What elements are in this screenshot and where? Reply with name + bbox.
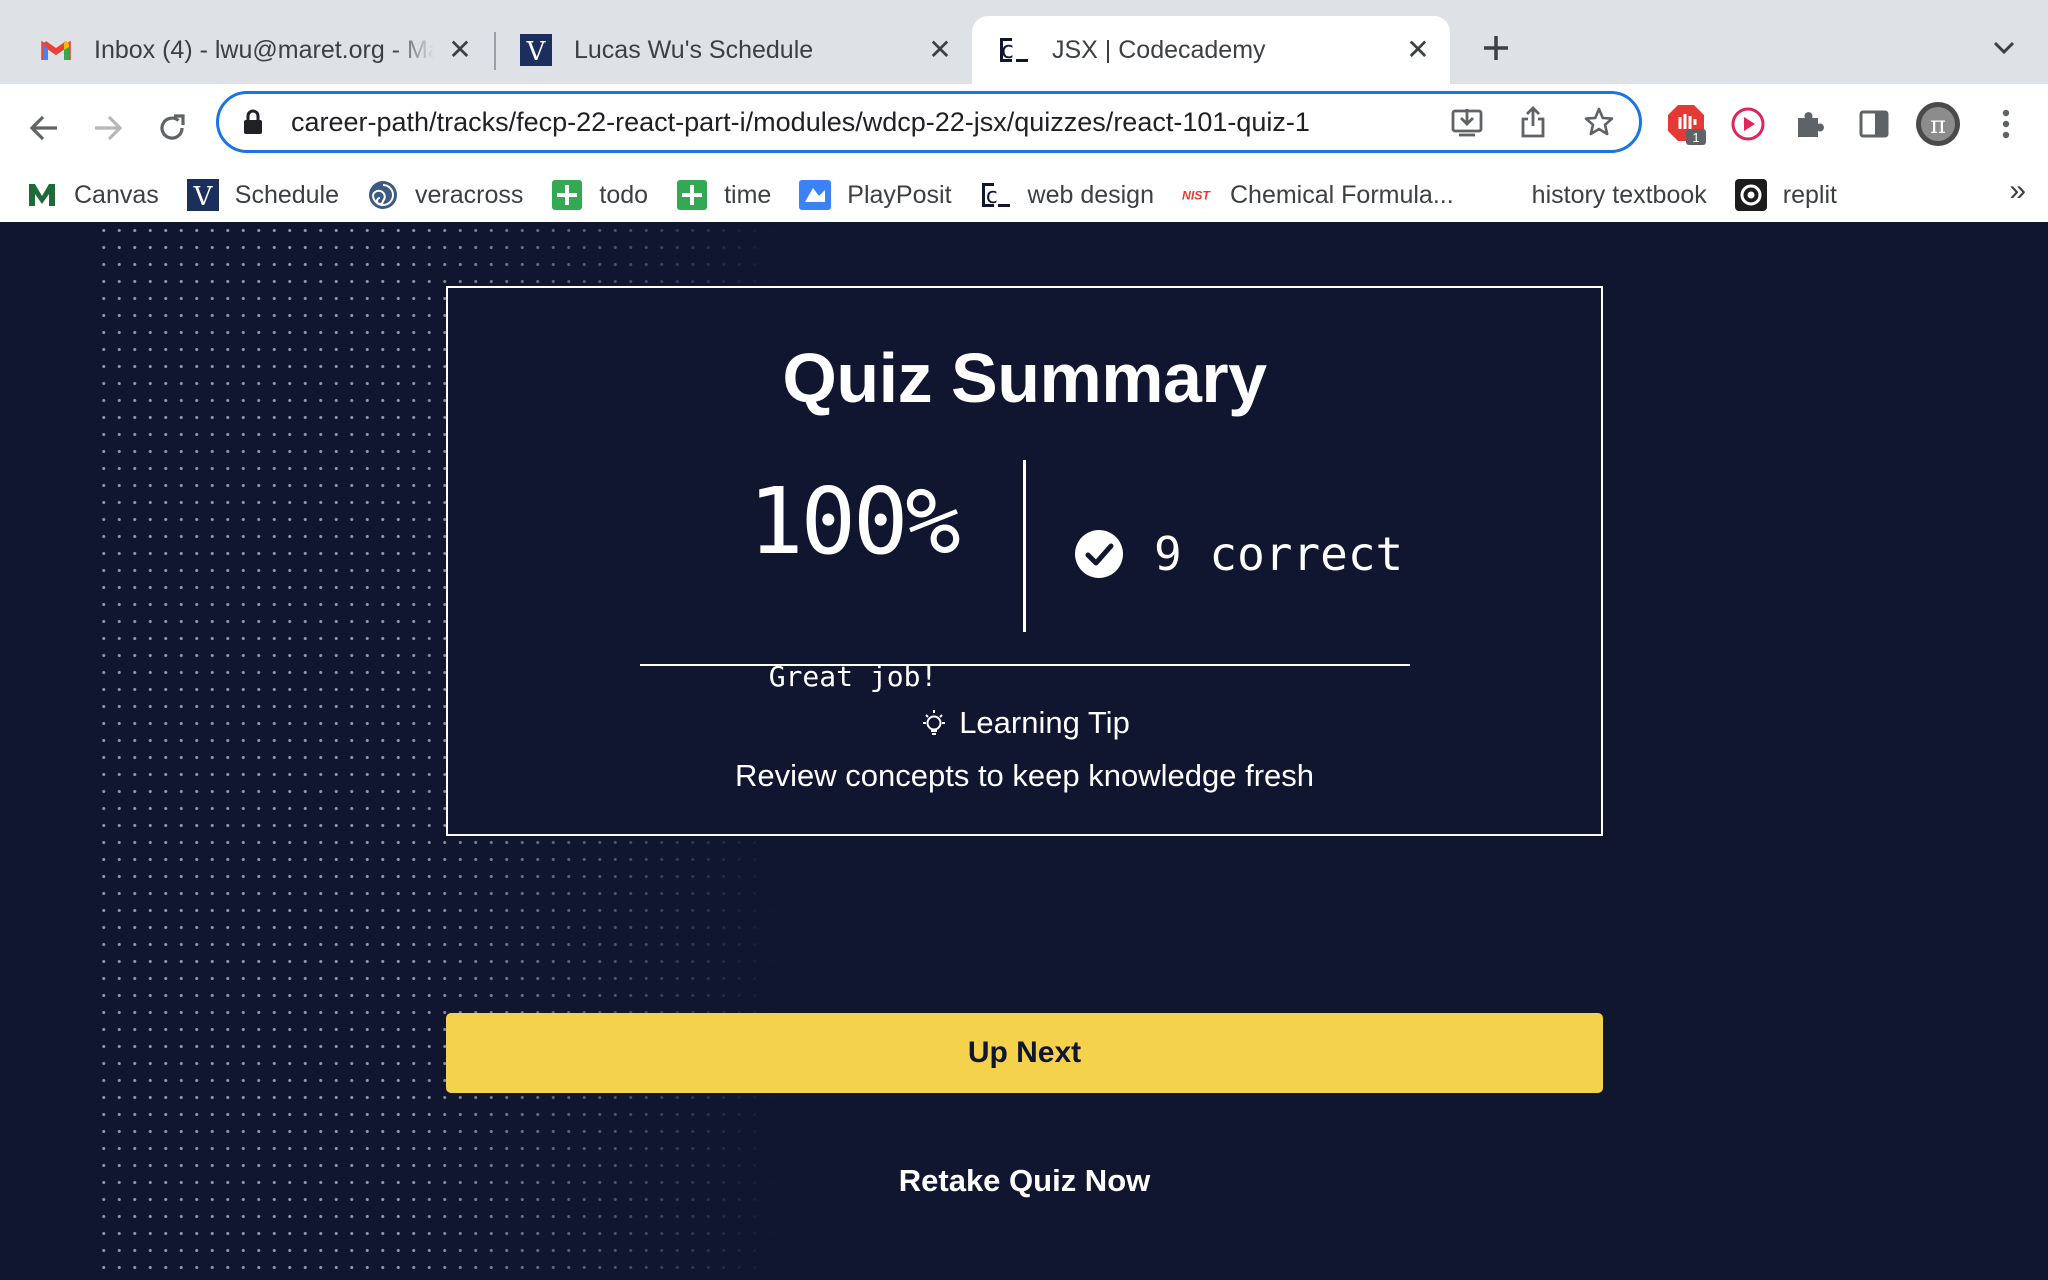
bookmark-chemical-formula[interactable]: NIST Chemical Formula... bbox=[1182, 169, 1454, 221]
profile-avatar[interactable]: π bbox=[1912, 98, 1964, 150]
sheets-plus-icon bbox=[551, 179, 583, 211]
share-icon[interactable] bbox=[1509, 98, 1557, 146]
browser-toolbar: career-path/tracks/fecp-22-react-part-i/… bbox=[0, 84, 2048, 238]
up-next-button[interactable]: Up Next bbox=[446, 1013, 1603, 1093]
svg-text:1: 1 bbox=[1692, 130, 1699, 145]
codecademy-icon: c bbox=[998, 34, 1030, 66]
bookmark-label: Schedule bbox=[234, 180, 340, 209]
close-tab-icon[interactable]: ✕ bbox=[1404, 36, 1432, 64]
svg-text:V: V bbox=[192, 182, 213, 211]
tab-title: Lucas Wu's Schedule bbox=[574, 35, 814, 64]
bookmark-label: replit bbox=[1782, 180, 1837, 209]
svg-text:NIST: NIST bbox=[1182, 189, 1211, 203]
horizontal-divider bbox=[640, 664, 1410, 666]
tab-codecademy[interactable]: c JSX | Codecademy ✕ bbox=[972, 16, 1450, 84]
playposit-icon bbox=[799, 179, 832, 211]
quiz-summary-card: Quiz Summary 100% Great job! 9 correct L… bbox=[446, 286, 1603, 836]
bookmarks-overflow-chevron-icon[interactable]: » bbox=[2009, 174, 2026, 208]
bookmark-canvas[interactable]: Canvas bbox=[26, 169, 159, 221]
puzzle-extensions-icon[interactable] bbox=[1784, 98, 1836, 150]
bookmark-label: todo bbox=[599, 180, 649, 209]
side-panel-icon[interactable] bbox=[1848, 98, 1900, 150]
svg-text:V: V bbox=[526, 37, 547, 66]
veracross-swirl-icon bbox=[367, 179, 399, 211]
bookmark-web-design[interactable]: c web design bbox=[980, 169, 1154, 221]
close-tab-icon[interactable]: ✕ bbox=[926, 36, 954, 64]
bookmark-history-textbook[interactable]: history textbook bbox=[1532, 169, 1707, 221]
bookmark-label: PlayPosit bbox=[847, 180, 952, 209]
bookmark-label: Canvas bbox=[74, 180, 159, 209]
bookmark-label: web design bbox=[1027, 180, 1154, 209]
canvas-m-icon bbox=[26, 179, 58, 211]
bookmark-label: Chemical Formula... bbox=[1230, 180, 1454, 209]
veracross-v-icon: V bbox=[186, 179, 219, 211]
learning-tip-title: Learning Tip bbox=[959, 705, 1130, 740]
bookmark-label: history textbook bbox=[1531, 180, 1707, 209]
correct-count-text: 9 correct bbox=[1154, 527, 1404, 581]
check-circle-icon bbox=[1075, 530, 1123, 578]
tab-title: Inbox (4) - lwu@maret.org - Maret bbox=[94, 35, 434, 64]
tab-title: JSX | Codecademy bbox=[1052, 35, 1266, 64]
adblock-extension-icon[interactable]: 1 bbox=[1660, 98, 1712, 150]
learning-tip-body: Review concepts to keep knowledge fresh bbox=[735, 758, 1314, 793]
bookmark-time[interactable]: time bbox=[676, 169, 771, 221]
bookmark-label: veracross bbox=[415, 180, 524, 209]
bookmark-veracross[interactable]: veracross bbox=[367, 169, 523, 221]
back-arrow-icon[interactable] bbox=[16, 100, 72, 156]
new-tab-plus-icon[interactable] bbox=[1476, 28, 1516, 68]
close-tab-icon[interactable]: ✕ bbox=[446, 36, 474, 64]
retake-quiz-button[interactable]: Retake Quiz Now bbox=[446, 1156, 1603, 1206]
codecademy-icon: c bbox=[980, 179, 1012, 211]
tab-strip: Inbox (4) - lwu@maret.org - Maret ✕ V Lu… bbox=[0, 0, 2048, 84]
gmail-icon bbox=[40, 34, 72, 66]
bookmarks-bar: Canvas V Schedule veracross todo time Pl… bbox=[0, 160, 2048, 230]
correct-count: 9 correct bbox=[1074, 514, 1403, 594]
address-bar[interactable]: career-path/tracks/fecp-22-react-part-i/… bbox=[216, 91, 1642, 153]
score-percentage: 100% bbox=[748, 468, 961, 575]
reload-icon[interactable] bbox=[144, 100, 200, 156]
vertical-divider bbox=[1023, 460, 1026, 632]
more-menu-icon[interactable] bbox=[1980, 98, 2032, 150]
nist-icon: NIST bbox=[1182, 179, 1214, 211]
veracross-v-icon: V bbox=[520, 34, 552, 66]
bookmark-star-icon[interactable] bbox=[1575, 98, 1623, 146]
forward-arrow-icon[interactable] bbox=[80, 100, 136, 156]
replit-icon bbox=[1734, 179, 1767, 211]
lock-icon bbox=[244, 109, 262, 134]
bookmark-replit[interactable]: replit bbox=[1734, 169, 1837, 221]
bookmark-todo[interactable]: todo bbox=[551, 169, 648, 221]
play-extension-icon[interactable] bbox=[1722, 98, 1774, 150]
install-download-icon[interactable] bbox=[1443, 98, 1491, 146]
lightbulb-icon bbox=[923, 710, 946, 735]
quiz-summary-page: Quiz Summary 100% Great job! 9 correct L… bbox=[0, 222, 2048, 1280]
chevron-down-icon[interactable] bbox=[1986, 30, 2022, 66]
bookmark-label: time bbox=[724, 180, 772, 209]
sheets-plus-icon bbox=[676, 179, 708, 211]
tab-schedule[interactable]: V Lucas Wu's Schedule ✕ bbox=[494, 16, 972, 84]
url-text[interactable]: career-path/tracks/fecp-22-react-part-i/… bbox=[291, 107, 1425, 138]
page-title: Quiz Summary bbox=[782, 339, 1267, 417]
tab-gmail[interactable]: Inbox (4) - lwu@maret.org - Maret ✕ bbox=[14, 16, 492, 84]
svg-text:π: π bbox=[1930, 111, 1946, 139]
learning-tip-heading: Learning Tip bbox=[448, 702, 1601, 744]
bookmark-schedule[interactable]: V Schedule bbox=[186, 169, 340, 221]
bookmark-playposit[interactable]: PlayPosit bbox=[799, 169, 952, 221]
